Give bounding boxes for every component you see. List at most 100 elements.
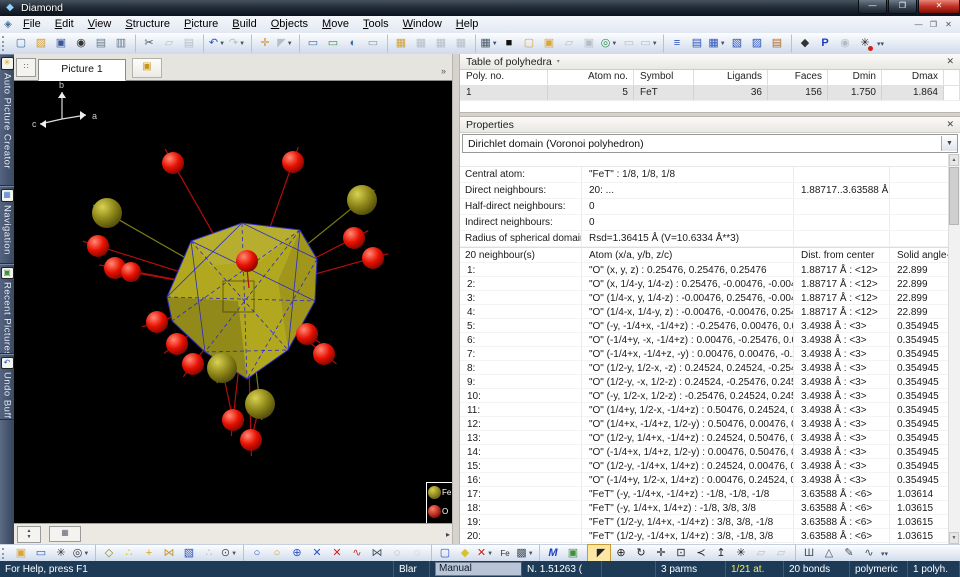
- toolbar-grip[interactable]: [2, 548, 9, 560]
- dropdown-arrow-icon[interactable]: ▼: [611, 41, 617, 47]
- crystal-structure-svg[interactable]: abc: [14, 81, 452, 523]
- atom-o[interactable]: [121, 262, 141, 282]
- atom-o[interactable]: [87, 235, 109, 257]
- mdi-close-button[interactable]: ✕: [941, 20, 956, 29]
- dropdown-arrow-icon[interactable]: ▼: [239, 41, 245, 47]
- neighbour-row[interactable]: 12:"O" (1/4+x, -1/4+z, 1/2-y) : 0.50476,…: [460, 417, 949, 431]
- atom-o[interactable]: [362, 247, 384, 269]
- dropdown-arrow-icon[interactable]: ▼: [83, 551, 89, 557]
- copy-icon[interactable]: ▱: [159, 34, 179, 53]
- select-arrow-icon[interactable]: ◤▼: [275, 34, 295, 53]
- grid-menu-icon[interactable]: ▦▼: [475, 34, 499, 53]
- dropdown-arrow-icon[interactable]: ▼: [492, 41, 498, 47]
- neighbour-row[interactable]: 18:"FeT" (-y, 1/4+x, 1/4+z) : -1/8, 3/8,…: [460, 501, 949, 515]
- new-document-icon[interactable]: ▢: [11, 34, 31, 53]
- property-row[interactable]: Direct neighbours:20: ...1.88717..3.6358…: [460, 183, 949, 199]
- more-tabs-chevron-icon[interactable]: »: [441, 66, 446, 76]
- neighbour-row[interactable]: 4:"O" (1/4-x, 1/4-y, z) : -0.00476, -0.0…: [460, 305, 949, 319]
- sidebar-tab-auto-picture-creator[interactable]: ✳Auto Picture Creator: [0, 54, 14, 186]
- table-gray-1-icon[interactable]: ▦: [411, 34, 431, 53]
- pan-hand-icon[interactable]: ✛: [251, 34, 275, 53]
- properties-category-select[interactable]: Dirichlet domain (Voronoi polyhedron) ▼: [462, 134, 958, 153]
- dropdown-arrow-icon[interactable]: ▼: [720, 41, 726, 47]
- scroll-down-icon[interactable]: ▼: [949, 532, 959, 544]
- open-folder-icon[interactable]: ▨: [31, 34, 51, 53]
- neighbour-row[interactable]: 11:"O" (1/4+y, 1/2-x, -1/4+z) : 0.50476,…: [460, 403, 949, 417]
- view-list-icon[interactable]: ≡: [663, 34, 687, 53]
- atom-fe[interactable]: [347, 185, 377, 215]
- menu-item-structure[interactable]: Structure: [118, 17, 177, 32]
- neighbour-row[interactable]: 8:"O" (1/2-y, 1/2-x, -z) : 0.24524, 0.24…: [460, 361, 949, 375]
- menu-item-picture[interactable]: Picture: [177, 17, 225, 32]
- picture-window-rotate-icon[interactable]: ◐: [343, 34, 363, 53]
- menu-item-objects[interactable]: Objects: [264, 17, 315, 32]
- neighbour-row[interactable]: 17:"FeT" (-y, -1/4+x, -1/4+z) : -1/8, -1…: [460, 487, 949, 501]
- close-button[interactable]: ✕: [918, 0, 960, 14]
- properties-scrollbar[interactable]: ▲ ▼: [948, 154, 960, 544]
- polyhedra-col-ligands[interactable]: Ligands: [694, 70, 768, 85]
- maximize-button[interactable]: ❐: [888, 0, 917, 14]
- spin-down-icon[interactable]: ▼: [27, 534, 32, 540]
- polyhedra-table-row[interactable]: 15FeT361561.7501.864: [460, 86, 960, 100]
- neighbour-row[interactable]: 7:"O" (-1/4+x, -1/4+z, -y) : 0.00476, 0.…: [460, 347, 949, 361]
- dropdown-arrow-icon[interactable]: ▼: [487, 551, 493, 557]
- property-row[interactable]: Central atom:"FeT" : 1/8, 1/8, 1/8: [460, 167, 949, 183]
- property-row[interactable]: Indirect neighbours:0: [460, 215, 949, 231]
- property-row[interactable]: Radius of spherical domain:Rsd=1.36415 Å…: [460, 231, 949, 247]
- status-mode-box[interactable]: Manual: [435, 562, 522, 576]
- dropdown-arrow-icon[interactable]: ▼: [231, 551, 237, 557]
- scroll-up-icon[interactable]: ▲: [949, 154, 959, 166]
- polyhedra-col-dmin[interactable]: Dmin: [828, 70, 882, 85]
- menu-item-edit[interactable]: Edit: [48, 17, 81, 32]
- neighbour-row[interactable]: 3:"O" (1/4-x, y, 1/4-z) : -0.00476, 0.25…: [460, 291, 949, 305]
- properties-pane-close-icon[interactable]: ✕: [946, 119, 954, 130]
- menu-item-file[interactable]: File: [16, 17, 48, 32]
- dropdown-arrow-icon[interactable]: ▼: [287, 41, 293, 47]
- neighbour-row[interactable]: 14:"O" (-1/4+x, 1/4+z, 1/2-y) : 0.00476,…: [460, 445, 949, 459]
- table-gray-3-icon[interactable]: ▦: [451, 34, 471, 53]
- neighbour-row[interactable]: 16:"O" (-1/4+y, 1/2-x, 1/4+z) : 0.00476,…: [460, 473, 949, 487]
- dropdown-arrow-icon[interactable]: ▼: [219, 41, 225, 47]
- polyhedra-col-symbol[interactable]: Symbol: [634, 70, 694, 85]
- chart-distance-icon[interactable]: ▧: [727, 34, 747, 53]
- neighbour-row[interactable]: 1:"O" (x, y, z) : 0.25476, 0.25476, 0.25…: [460, 263, 949, 277]
- dropdown-arrow-icon[interactable]: ▼: [528, 551, 534, 557]
- lock-picture-icon[interactable]: ▣: [579, 34, 599, 53]
- menu-item-view[interactable]: View: [81, 17, 119, 32]
- scroll-thumb[interactable]: [949, 167, 959, 225]
- neighbour-row[interactable]: 5:"O" (-y, -1/4+x, -1/4+z) : -0.25476, 0…: [460, 319, 949, 333]
- picture-window-white-icon[interactable]: ▭: [363, 34, 383, 53]
- menu-item-help[interactable]: Help: [449, 17, 486, 32]
- menu-item-tools[interactable]: Tools: [356, 17, 396, 32]
- find-binoculars-icon[interactable]: ◉: [71, 34, 91, 53]
- mdi-minimize-button[interactable]: —: [911, 20, 926, 29]
- atom-fe[interactable]: [245, 389, 275, 419]
- paste-icon[interactable]: ▤: [179, 34, 199, 53]
- undo-icon[interactable]: ↶▼: [203, 34, 227, 53]
- toolbar-grip[interactable]: [2, 36, 9, 51]
- tools-customize-icon[interactable]: ✳: [855, 34, 875, 53]
- document-icon[interactable]: ◈: [0, 19, 16, 30]
- new-picture-tab-button[interactable]: ▣: [132, 58, 162, 78]
- view-table-icon[interactable]: ▦▼: [707, 34, 727, 53]
- toolbar-options-icon[interactable]: ▾▾: [877, 40, 884, 48]
- neighbour-row[interactable]: 10:"O" (-y, 1/2-x, 1/2-z) : -0.25476, 0.…: [460, 389, 949, 403]
- atom-o[interactable]: [240, 429, 262, 451]
- minimize-button[interactable]: —: [858, 0, 887, 14]
- neighbour-row[interactable]: 9:"O" (1/2-y, -x, 1/2-z) : 0.24524, -0.2…: [460, 375, 949, 389]
- atom-o[interactable]: [296, 323, 318, 345]
- picture-window-blue-icon[interactable]: ▭: [299, 34, 323, 53]
- new-picture-icon[interactable]: ▢: [519, 34, 539, 53]
- atom-o[interactable]: [313, 343, 335, 365]
- atom-o[interactable]: [182, 353, 204, 375]
- atom-o[interactable]: [162, 152, 184, 174]
- menu-item-window[interactable]: Window: [396, 17, 449, 32]
- pane-menu-chevron-icon[interactable]: ▾: [557, 58, 560, 65]
- chart-histogram-icon[interactable]: ▨: [747, 34, 767, 53]
- atom-o[interactable]: [236, 250, 258, 272]
- neighbour-row[interactable]: 20:"FeT" (1/2-y, -1/4+x, 1/4+z) : 3/8, -…: [460, 529, 949, 543]
- chart-book-icon[interactable]: ▤: [767, 34, 787, 53]
- sidebar-tab-navigation[interactable]: ▦Navigation: [0, 186, 14, 264]
- toolbar-options-icon[interactable]: ▾▾: [881, 550, 888, 558]
- atom-o[interactable]: [166, 333, 188, 355]
